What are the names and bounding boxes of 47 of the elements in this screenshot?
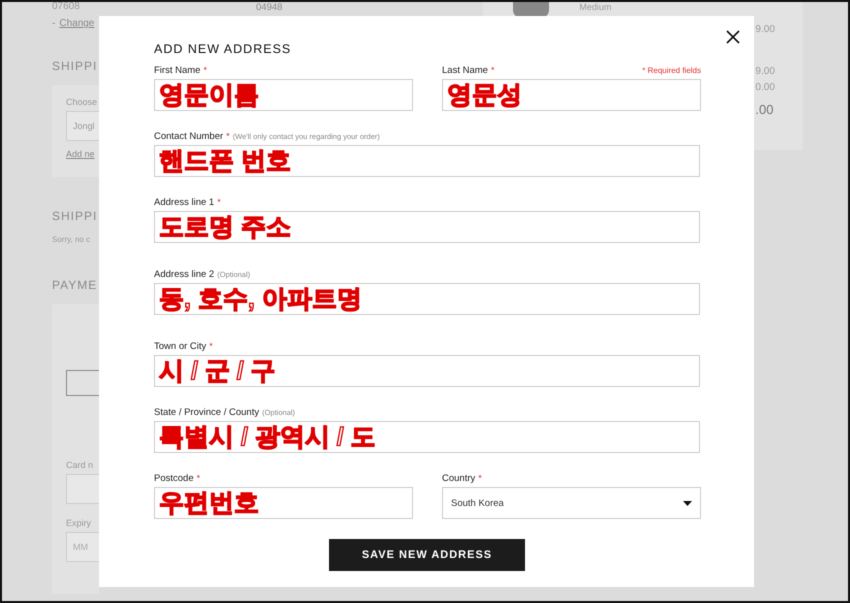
price-text: 9.00 [755, 23, 775, 37]
postcode-text: 04948 [256, 2, 282, 13]
required-asterisk: * [196, 473, 200, 483]
field-label: State / Province / County [154, 407, 260, 418]
change-link[interactable]: Change [59, 18, 94, 29]
close-icon[interactable] [726, 30, 740, 44]
product-size: Medium [579, 2, 612, 14]
price-text: .00 [755, 102, 774, 118]
add-address-link[interactable]: Add ne [66, 149, 95, 159]
section-heading: PAYME [52, 278, 98, 292]
input-field[interactable]: 영문이름 [154, 79, 413, 111]
input-field[interactable]: 도로명 주소 [154, 211, 700, 243]
shipping-message: Sorry, no c [52, 235, 90, 244]
field-label: Last Name [442, 65, 488, 76]
input-field[interactable]: 영문성 [442, 79, 701, 111]
save-address-button[interactable]: SAVE NEW ADDRESS [329, 539, 525, 571]
input-field[interactable]: 특별시 / 광역시 / 도 [154, 421, 700, 453]
country-select[interactable]: South Korea [442, 487, 701, 519]
required-asterisk: * [490, 65, 494, 75]
field-label: Address line 1 [154, 197, 214, 208]
required-asterisk: * [217, 197, 221, 207]
field-label: First Name [154, 65, 200, 76]
caret-icon [683, 500, 692, 506]
section-heading: SHIPPI [52, 209, 98, 223]
required-asterisk: * [209, 341, 213, 351]
input-field[interactable]: 동, 호수, 아파트명 [154, 283, 700, 315]
bullet-dash: - [52, 18, 56, 29]
required-asterisk: * [203, 65, 207, 75]
input-field[interactable]: 시 / 군 / 구 [154, 355, 700, 387]
field-label: Postcode [154, 473, 194, 484]
field-label: Expiry [66, 518, 92, 528]
field-label: Contact Number [154, 131, 224, 142]
field-label: Town or City [154, 341, 206, 352]
field-label: Address line 2 [154, 269, 214, 280]
field-label: Card n [66, 460, 94, 470]
price-text: 0.00 [755, 81, 775, 95]
dialog-title: ADD NEW ADDRESS [154, 42, 292, 56]
postcode-text: 07608 [52, 2, 80, 12]
field-label: Country [442, 473, 476, 484]
required-asterisk: * [226, 131, 230, 141]
input-field[interactable]: 우편번호 [154, 487, 413, 519]
price-text: 9.00 [755, 65, 775, 79]
required-asterisk: * [478, 473, 482, 483]
input-field[interactable]: 핸드폰 번호 [154, 145, 700, 177]
section-heading: SHIPPI [52, 59, 98, 73]
field-label: Choose [66, 97, 98, 107]
required-fields-note: * Required fields [642, 66, 701, 75]
